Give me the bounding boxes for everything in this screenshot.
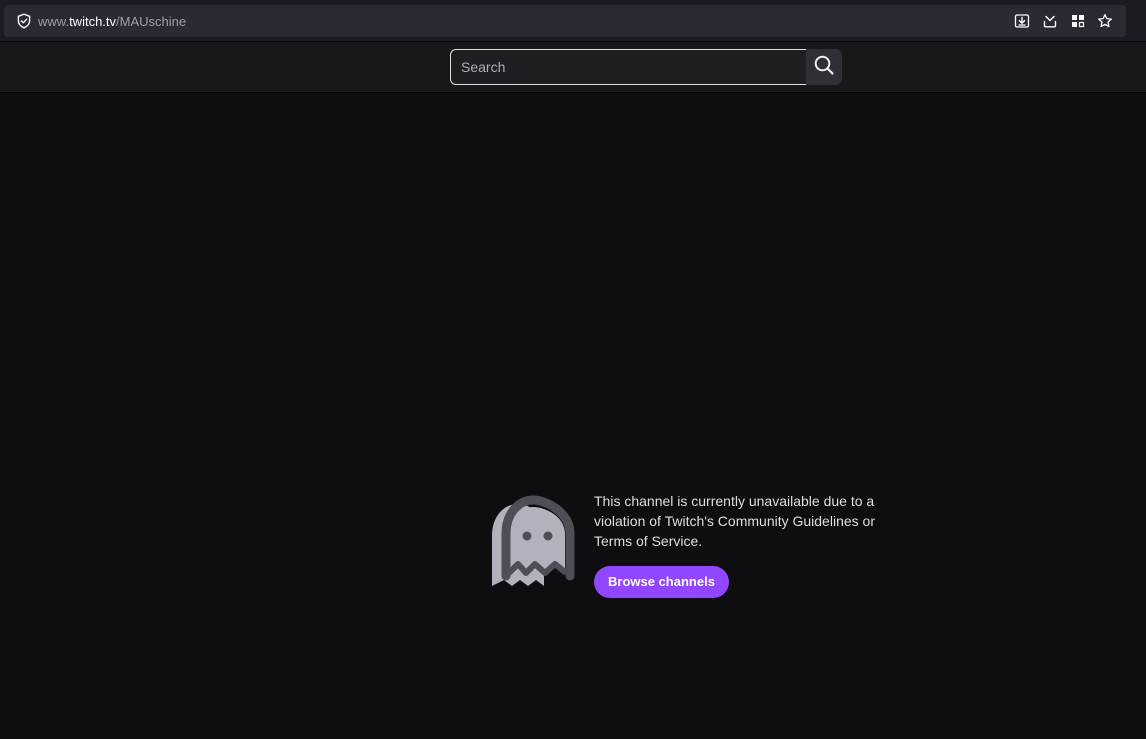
search-button[interactable]	[806, 49, 842, 85]
ghost-icon	[490, 494, 576, 590]
search-icon	[813, 54, 835, 81]
url-prefix: www.	[38, 14, 70, 29]
shield-icon[interactable]	[16, 13, 32, 29]
bookmark-star-icon[interactable]	[1097, 13, 1113, 29]
browser-toolbar: www.twitch.tv/MAUschine	[0, 0, 1146, 42]
url-path: /MAUschine	[116, 14, 187, 29]
browse-channels-button[interactable]: Browse channels	[594, 566, 729, 598]
url-domain: twitch.tv	[69, 14, 117, 29]
url-text[interactable]: www.twitch.tv/MAUschine	[38, 14, 186, 29]
download-icon[interactable]	[1014, 13, 1030, 29]
search-input[interactable]	[450, 49, 806, 85]
pocket-icon[interactable]	[1042, 13, 1058, 29]
unavailable-message: This channel is currently unavailable du…	[594, 493, 875, 549]
top-navigation	[0, 42, 1146, 93]
address-bar[interactable]: www.twitch.tv/MAUschine	[4, 5, 1126, 37]
extensions-icon[interactable]	[1070, 13, 1086, 29]
